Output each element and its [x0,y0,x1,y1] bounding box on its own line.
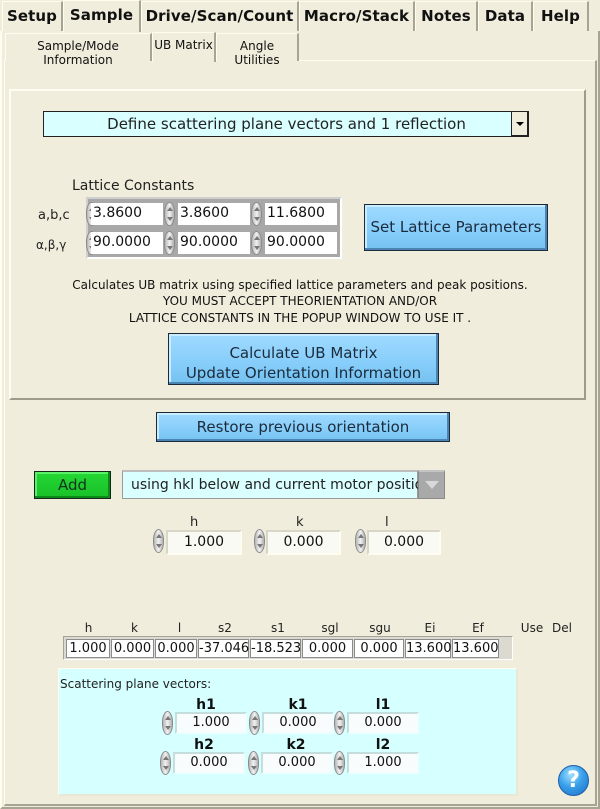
h1-field[interactable]: 1.000 [175,712,247,734]
col-header-ef: Ef [472,621,484,635]
table-cell-sgu[interactable]: 0.000 [354,639,404,658]
add-h-spinner-icon[interactable] [153,529,164,553]
calculate-button-line-1: Calculate UB Matrix [229,344,378,362]
add-l-field[interactable]: 0.000 [367,530,441,555]
subtab-ub-matrix[interactable]: UB Matrix [152,32,216,62]
lattice-constants-title: Lattice Constants [72,178,195,194]
l2-label: l2 [375,737,391,753]
add-k-spinner-icon[interactable] [254,529,265,553]
tab-data[interactable]: Data [478,1,533,31]
col-header-del: Del [552,621,572,635]
col-header-k: k [131,621,138,635]
c-field[interactable]: 11.6800 [265,203,337,225]
subtab-sample-mode-information[interactable]: Sample/Mode Information [5,33,152,67]
a-field[interactable]: 3.8600 [91,203,163,225]
k1-field[interactable]: 0.000 [262,712,334,734]
tab-drive-scan-count[interactable]: Drive/Scan/Count [141,1,299,31]
b-spinner-icon[interactable] [164,202,175,226]
table-cell-ef[interactable]: 13.600 [452,639,499,658]
table-cell-s2[interactable]: -37.046 [198,639,249,658]
tab-help[interactable]: Help [533,1,589,31]
tab-macro-stack[interactable]: Macro/Stack [299,1,415,31]
beta-spinner-icon[interactable] [164,231,175,255]
h2-label: h2 [194,737,214,753]
main-tab-bar: Setup Sample Drive/Scan/Count Macro/Stac… [0,0,600,32]
k1-label: k1 [288,697,308,713]
h1-spinner-icon[interactable] [162,711,173,735]
angles-label: α,β,γ [36,238,67,252]
l1-label: l1 [375,697,391,713]
set-lattice-parameters-button[interactable]: Set Lattice Parameters [364,204,548,251]
table-cell-h[interactable]: 1.000 [66,639,110,658]
dropdown-arrow-icon[interactable] [418,470,445,499]
add-k-field[interactable]: 0.000 [266,530,341,555]
h2-field[interactable]: 0.000 [173,752,245,774]
calculate-ub-matrix-button[interactable]: Calculate UB Matrix Update Orientation I… [168,333,439,385]
b-field[interactable]: 3.8600 [178,203,250,225]
c-spinner-icon[interactable] [251,202,262,226]
add-l-label: l [385,515,389,530]
k2-spinner-icon[interactable] [248,751,259,775]
add-h-field[interactable]: 1.000 [166,530,242,555]
calculate-button-line-2: Update Orientation Information [185,364,422,382]
beta-field[interactable]: 90.0000 [178,232,250,254]
subtab-angle-utilities[interactable]: Angle Utilities [216,33,299,67]
k2-label: k2 [286,737,306,753]
h2-spinner-icon[interactable] [160,751,171,775]
reflection-table: 1.000 0.000 0.000 -37.046 -18.523 0.000 … [63,636,513,660]
l1-spinner-icon[interactable] [334,711,345,735]
tab-setup[interactable]: Setup [2,1,63,31]
col-header-s2: s2 [218,621,232,635]
k1-spinner-icon[interactable] [249,711,260,735]
restore-previous-orientation-button[interactable]: Restore previous orientation [156,412,450,442]
chevron-down-icon[interactable] [511,111,529,137]
col-header-sgl: sgl [321,621,339,635]
description-line-2: YOU MUST ACCEPT THEORIENTATION AND/OR [162,294,438,308]
h1-label: h1 [196,697,216,713]
tab-sample[interactable]: Sample [63,0,141,32]
gamma-spinner-icon[interactable] [251,231,262,255]
add-mode-select[interactable]: using hkl below and current motor positi… [122,470,439,499]
gamma-field[interactable]: 90.0000 [265,232,337,254]
scattering-plane-title: Scattering plane vectors: [60,677,212,691]
add-reflection-button[interactable]: Add [34,471,111,499]
col-header-l: l [177,621,182,635]
col-header-ei: Ei [424,621,436,635]
col-header-h: h [84,621,93,635]
add-k-label: k [296,515,304,530]
table-cell-s1[interactable]: -18.523 [250,639,301,658]
l2-field[interactable]: 1.000 [347,752,419,774]
abc-label: a,b,c [38,208,70,223]
mode-select[interactable]: Define scattering plane vectors and 1 re… [43,111,529,137]
k2-field[interactable]: 0.000 [261,752,333,774]
description-line-3: LATTICE CONSTANTS IN THE POPUP WINDOW TO… [128,311,472,325]
l1-field[interactable]: 0.000 [347,712,419,734]
help-icon[interactable]: ? [558,765,589,796]
table-cell-sgl[interactable]: 0.000 [302,639,353,658]
add-l-spinner-icon[interactable] [355,529,366,553]
description-line-1: Calculates UB matrix using specified lat… [72,278,528,292]
col-header-use: Use [520,621,544,635]
l2-spinner-icon[interactable] [334,751,345,775]
alpha-field[interactable]: 90.0000 [91,232,163,254]
table-cell-l[interactable]: 0.000 [155,639,197,658]
col-header-s1: s1 [271,621,285,635]
table-cell-ei[interactable]: 13.600 [405,639,452,658]
tab-notes[interactable]: Notes [415,1,478,31]
col-header-sgu: sgu [369,621,391,635]
scattering-plane-box: Scattering plane vectors: h1 k1 l1 1.000… [58,668,518,796]
table-cell-k[interactable]: 0.000 [111,639,154,658]
lattice-constants-cluster: 3.8600 3.8600 11.6800 90.0000 90.0000 90… [86,197,342,259]
add-h-label: h [190,515,199,530]
